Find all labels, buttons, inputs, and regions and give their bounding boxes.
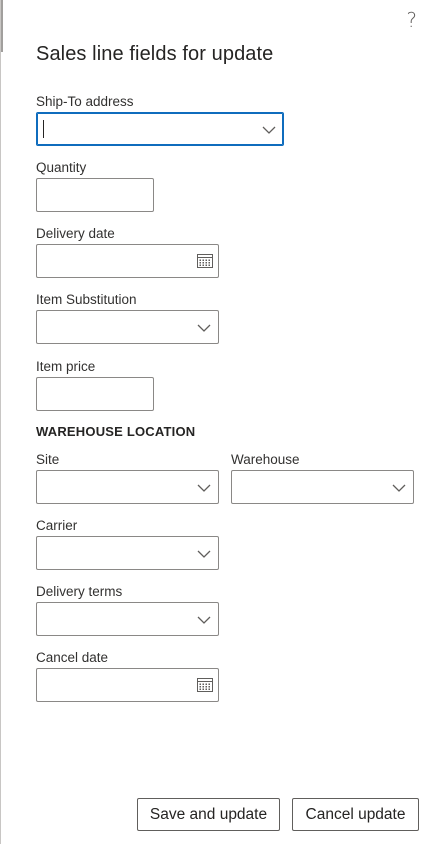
cancel-date-label: Cancel date [36, 650, 109, 665]
delivery-terms-dropdown[interactable] [36, 602, 219, 636]
chevron-down-icon[interactable] [196, 480, 212, 496]
item-price-field[interactable] [36, 377, 154, 411]
calendar-icon[interactable] [196, 253, 214, 269]
chevron-down-icon[interactable] [261, 122, 277, 138]
panel-edge-marker [1, 0, 3, 52]
cancel-date-field[interactable] [36, 668, 219, 702]
delivery-date-label: Delivery date [36, 226, 115, 241]
chevron-down-icon[interactable] [196, 546, 212, 562]
ship-to-address-label: Ship-To address [36, 94, 134, 109]
warehouse-label: Warehouse [231, 452, 300, 467]
item-price-label: Item price [36, 359, 96, 374]
delivery-terms-label: Delivery terms [36, 584, 123, 599]
text-caret [43, 120, 44, 138]
quantity-label: Quantity [36, 160, 87, 175]
chevron-down-icon[interactable] [196, 612, 212, 628]
site-dropdown[interactable] [36, 470, 219, 504]
page-title: Sales line fields for update [36, 43, 274, 65]
warehouse-dropdown[interactable] [231, 470, 414, 504]
quantity-field[interactable] [36, 178, 154, 212]
update-sales-lines-panel: ? Sales line fields for update Ship-To a… [0, 0, 437, 844]
chevron-down-icon[interactable] [196, 320, 212, 336]
carrier-dropdown[interactable] [36, 536, 219, 570]
ship-to-address-dropdown[interactable] [36, 112, 284, 146]
site-label: Site [36, 452, 60, 467]
item-substitution-label: Item Substitution [36, 292, 137, 307]
help-icon[interactable]: ? [406, 8, 417, 32]
carrier-label: Carrier [36, 518, 78, 533]
chevron-down-icon[interactable] [391, 480, 407, 496]
delivery-date-field[interactable] [36, 244, 219, 278]
warehouse-location-heading: WAREHOUSE LOCATION [36, 424, 196, 439]
save-and-update-button[interactable]: Save and update [137, 798, 280, 831]
cancel-update-button[interactable]: Cancel update [292, 798, 419, 831]
calendar-icon[interactable] [196, 677, 214, 693]
item-substitution-dropdown[interactable] [36, 310, 219, 344]
